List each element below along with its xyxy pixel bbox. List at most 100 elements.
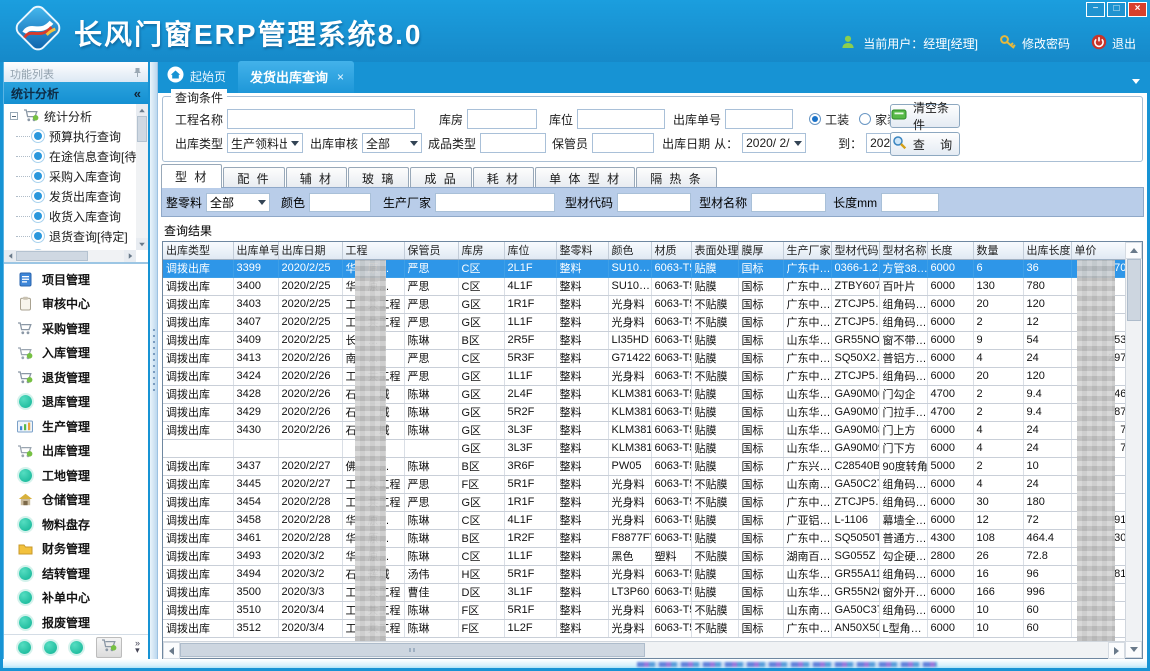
column-header-material[interactable]: 材质 xyxy=(651,242,691,259)
column-header-profile_name[interactable]: 型材名称 xyxy=(879,242,927,259)
table-row[interactable]: 调拨出库34292020/2/26石 城陈琳G区5R2F整料KLM3817606… xyxy=(163,403,1125,421)
tree-expander-icon[interactable] xyxy=(10,112,18,120)
profile-name-input[interactable] xyxy=(751,193,826,212)
tree-item[interactable]: 收货入库查询 xyxy=(4,206,136,226)
tree-vscroll-thumb[interactable] xyxy=(137,116,147,142)
table-row[interactable]: G区3L3F整料KLM38176063-T5贴膜国标山东华…GA90M09.门下… xyxy=(163,439,1125,457)
sidebar-item-财务管理[interactable]: 财务管理 xyxy=(4,537,148,562)
tab-overflow-icon[interactable] xyxy=(1132,79,1140,84)
column-header-length[interactable]: 长度 xyxy=(927,242,973,259)
scroll-down-icon[interactable] xyxy=(136,238,148,250)
column-header-project[interactable]: 工程 xyxy=(342,242,404,259)
material-tab[interactable]: 成 品 xyxy=(410,167,471,188)
material-tab[interactable]: 玻 璃 xyxy=(348,167,409,188)
scroll-left-icon[interactable] xyxy=(4,250,16,262)
hscroll-thumb[interactable] xyxy=(180,643,645,657)
table-row[interactable]: 调拨出库34282020/2/26石 城陈琳G区2L4F整料KLM3817606… xyxy=(163,385,1125,403)
tree-item[interactable]: 退货查询[待定] xyxy=(4,226,136,246)
column-header-whole_part[interactable]: 整零料 xyxy=(556,242,608,259)
sidebar-item-仓储管理[interactable]: 仓储管理 xyxy=(4,488,148,513)
column-header-manufacturer[interactable]: 生产厂家 xyxy=(783,242,831,259)
change-password-link[interactable]: 修改密码 xyxy=(999,34,1070,53)
table-horizontal-scrollbar[interactable] xyxy=(163,641,1125,658)
sidebar-item-退库管理[interactable]: 退库管理 xyxy=(4,390,148,415)
table-row[interactable]: 调拨出库34612020/2/28华 原…陈琳B区1R2F整料F8877FT60… xyxy=(163,529,1125,547)
tree-horizontal-scrollbar[interactable] xyxy=(4,250,136,262)
module-dot-icon[interactable] xyxy=(18,641,31,654)
column-header-warehouse[interactable]: 库房 xyxy=(458,242,504,259)
cart-module-button[interactable] xyxy=(96,637,122,658)
sidebar-item-入库管理[interactable]: 入库管理 xyxy=(4,341,148,366)
sidebar-item-生产管理[interactable]: 生产管理 xyxy=(4,414,148,439)
scroll-right-icon[interactable] xyxy=(1108,642,1125,659)
material-tab[interactable]: 配 件 xyxy=(223,167,284,188)
table-row[interactable]: 调拨出库35122020/3/4工 共工程陈琳F区1L2F整料光身料6063-T… xyxy=(163,619,1125,637)
tree-hscroll-thumb[interactable] xyxy=(16,251,88,261)
date-from-picker[interactable]: 2020/ 2/16 xyxy=(742,133,806,153)
sidebar-item-工地管理[interactable]: 工地管理 xyxy=(4,463,148,488)
sidebar-item-出库管理[interactable]: 出库管理 xyxy=(4,439,148,464)
column-header-out_length[interactable]: 出库长度 xyxy=(1023,242,1071,259)
sidebar-item-退货管理[interactable]: 退货管理 xyxy=(4,365,148,390)
minimize-button[interactable]: − xyxy=(1086,2,1105,17)
table-row[interactable]: 调拨出库34032020/2/25工 共工程严思G区1R1F整料光身料6063-… xyxy=(163,295,1125,313)
column-header-out_date[interactable]: 出库日期 xyxy=(278,242,342,259)
table-row[interactable]: 调拨出库34582020/2/28华 原…陈琳C区4L1F整料光身料6063-T… xyxy=(163,511,1125,529)
sidebar-section-statistics[interactable]: 统计分析 « xyxy=(4,82,148,104)
column-header-order_no[interactable]: 出库单号 xyxy=(233,242,278,259)
column-header-location[interactable]: 库位 xyxy=(504,242,556,259)
scroll-right-icon[interactable] xyxy=(124,250,136,262)
location-input[interactable] xyxy=(577,109,665,129)
tree-item[interactable]: 发货出库查询 xyxy=(4,186,136,206)
sidebar-overflow-button[interactable]: »▾ xyxy=(135,640,140,654)
column-header-film[interactable]: 膜厚 xyxy=(738,242,783,259)
table-row[interactable]: 调拨出库35102020/3/4工 共工程陈琳F区5R1F整料光身料6063-T… xyxy=(163,601,1125,619)
table-row[interactable]: 调拨出库34942020/3/2石 辉城汤伟H区5R1F整料光身料6063-T5… xyxy=(163,565,1125,583)
material-tab[interactable]: 单 体 型 材 xyxy=(535,167,635,188)
column-header-unit_price[interactable]: 单价 xyxy=(1071,242,1125,259)
tree-item[interactable]: 采购入库查询 xyxy=(4,166,136,186)
whole-part-select[interactable]: 全部 xyxy=(206,193,270,212)
keeper-input[interactable] xyxy=(592,133,654,153)
sidebar-item-审核中心[interactable]: 审核中心 xyxy=(4,292,148,317)
manufacturer-input[interactable] xyxy=(435,193,555,212)
tree-root-statistics[interactable]: 统计分析 xyxy=(4,106,136,126)
table-row[interactable]: 调拨出库34542020/2/28工 共工程严思G区1R1F整料光身料6063-… xyxy=(163,493,1125,511)
search-button[interactable]: 查 询 xyxy=(890,132,960,156)
sidebar-item-结转管理[interactable]: 结转管理 xyxy=(4,561,148,586)
table-row[interactable]: 调拨出库34932020/3/2华 原…陈琳C区1L1F整料黑色塑料不贴膜国标湖… xyxy=(163,547,1125,565)
tree-vertical-scrollbar[interactable] xyxy=(136,104,148,250)
logout-link[interactable]: 退出 xyxy=(1091,34,1136,53)
table-row[interactable]: 调拨出库34372020/2/27佛 …陈琳B区3R6F整料PW056063-T… xyxy=(163,457,1125,475)
tree-item[interactable]: 预算执行查询 xyxy=(4,126,136,146)
table-row[interactable]: 调拨出库34242020/2/26工 共工程严思G区1L1F整料光身料6063-… xyxy=(163,367,1125,385)
table-row[interactable]: 调拨出库34002020/2/25华 原…严思C区4L1F整料SU10…6063… xyxy=(163,277,1125,295)
table-row[interactable]: 调拨出库34132020/2/26南 …严思C区5R3F整料G714226063… xyxy=(163,349,1125,367)
material-tab[interactable]: 型 材 xyxy=(161,164,222,188)
tab-close-icon[interactable]: × xyxy=(337,70,344,84)
column-header-profile_code[interactable]: 型材代码 xyxy=(831,242,879,259)
sidebar-item-补单中心[interactable]: 补单中心 xyxy=(4,586,148,611)
table-row[interactable]: 调拨出库34092020/2/25长 …陈琳B区2R5F整料LI35HD6063… xyxy=(163,331,1125,349)
tab-shipment-outbound-query[interactable]: 发货出库查询 × xyxy=(238,61,354,93)
project-name-input[interactable] xyxy=(227,109,415,129)
scroll-down-icon[interactable] xyxy=(1125,641,1142,658)
material-tab[interactable]: 隔 热 条 xyxy=(636,167,717,188)
scroll-up-icon[interactable] xyxy=(1125,242,1142,259)
radio-gongzhuang[interactable]: 工装 xyxy=(809,111,849,128)
order-no-input[interactable] xyxy=(725,109,793,129)
column-header-out_type[interactable]: 出库类型 xyxy=(163,242,233,259)
sidebar-splitter[interactable] xyxy=(150,62,158,659)
table-row[interactable]: 调拨出库34302020/2/26石 城陈琳G区3L3F整料KLM3817606… xyxy=(163,421,1125,439)
table-row[interactable]: 调拨出库35002020/3/3工 共工程曹佳D区3L1F整料LT3P60606… xyxy=(163,583,1125,601)
module-dot-icon[interactable] xyxy=(70,641,83,654)
profile-code-input[interactable] xyxy=(617,193,691,212)
sidebar-item-采购管理[interactable]: 采购管理 xyxy=(4,316,148,341)
collapse-icon[interactable]: « xyxy=(134,86,141,101)
column-header-qty[interactable]: 数量 xyxy=(973,242,1023,259)
scroll-left-icon[interactable] xyxy=(163,642,180,659)
sidebar-item-报废管理[interactable]: 报废管理 xyxy=(4,610,148,634)
material-tab[interactable]: 辅 材 xyxy=(286,167,347,188)
close-button[interactable]: × xyxy=(1128,2,1147,17)
length-input[interactable] xyxy=(881,193,939,212)
